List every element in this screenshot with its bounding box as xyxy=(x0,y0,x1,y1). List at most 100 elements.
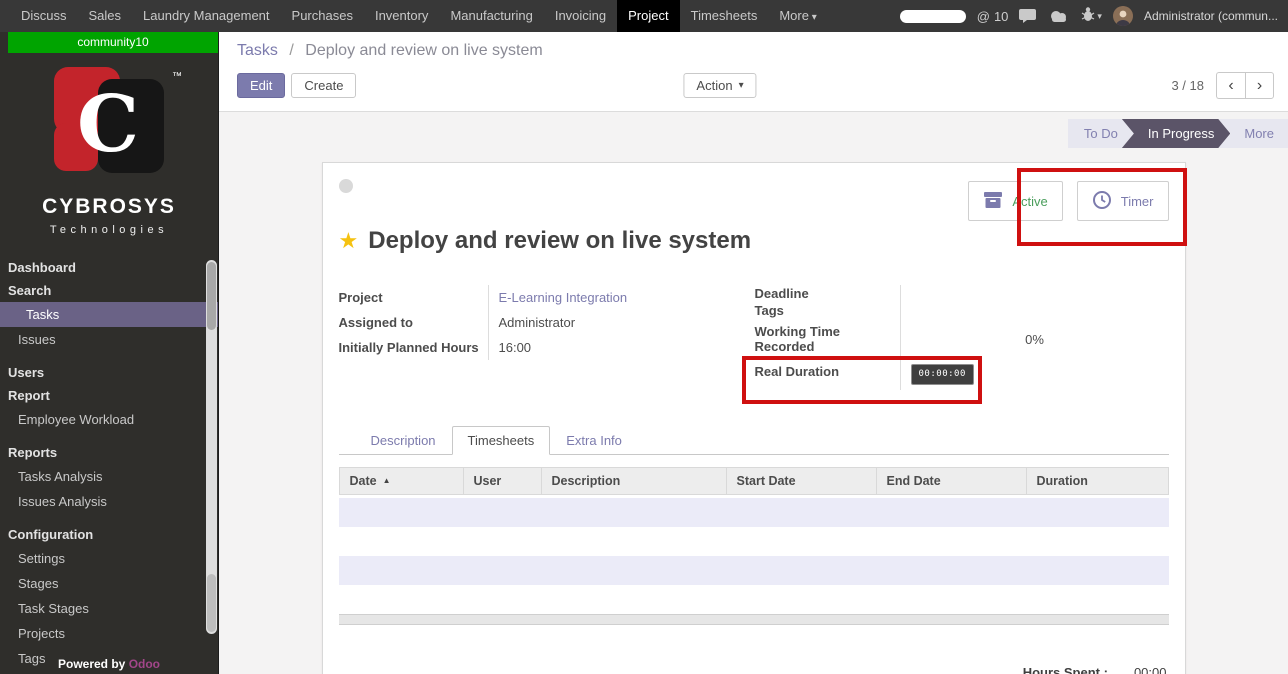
timer-button-label: Timer xyxy=(1121,194,1154,209)
tab-extra-info[interactable]: Extra Info xyxy=(550,426,638,455)
column-header-date[interactable]: Date▲ xyxy=(340,468,464,494)
user-menu[interactable]: Administrator (commun... xyxy=(1144,9,1278,23)
pager-previous-button[interactable]: ‹ xyxy=(1216,72,1245,99)
real-duration-badge: 00:00:00 xyxy=(911,364,974,385)
cybrosys-logo: C xyxy=(46,65,172,185)
sidebar-item-users[interactable]: Users xyxy=(0,361,218,384)
task-image-placeholder[interactable] xyxy=(339,179,353,193)
tab-timesheets[interactable]: Timesheets xyxy=(452,426,551,455)
active-toggle-button[interactable]: Active xyxy=(968,181,1062,221)
field-row-assigned-to: Assigned to Administrator xyxy=(339,310,738,335)
topbar-menu-inventory[interactable]: Inventory xyxy=(364,0,439,32)
breadcrumb-separator: / xyxy=(289,42,293,59)
bug-icon xyxy=(1081,6,1095,27)
timesheet-table: Date▲UserDescriptionStart DateEnd DateDu… xyxy=(339,467,1169,625)
sheet-stat-buttons: Active Timer xyxy=(968,181,1168,221)
sidebar-item-tasks-analysis[interactable]: Tasks Analysis xyxy=(0,464,218,489)
sidebar-item-stages[interactable]: Stages xyxy=(0,571,218,596)
field-groups: Project E-Learning Integration Assigned … xyxy=(339,285,1169,390)
timesheet-empty-row xyxy=(339,556,1169,585)
hours-spent-value: 00:00 xyxy=(1134,665,1167,674)
action-dropdown[interactable]: Action ▾ xyxy=(683,73,756,98)
sidebar-scrollbar[interactable] xyxy=(206,260,217,634)
field-label-real-duration: Real Duration xyxy=(755,359,901,390)
pager: 3 / 18 ‹ › xyxy=(1171,72,1274,99)
field-value-working-time-progress: 0% xyxy=(901,327,1169,352)
debug-menu[interactable]: ▾ xyxy=(1081,6,1102,27)
field-row-planned-hours: Initially Planned Hours 16:00 xyxy=(339,335,738,360)
notebook-tabs: DescriptionTimesheetsExtra Info xyxy=(339,426,1169,455)
topbar: DiscussSalesLaundry ManagementPurchasesI… xyxy=(0,0,1288,32)
user-avatar[interactable] xyxy=(1113,6,1133,26)
clock-icon xyxy=(1092,190,1112,213)
field-row-working-time: Working Time Recorded 0% xyxy=(755,319,1169,359)
field-value-project[interactable]: E-Learning Integration xyxy=(489,285,738,310)
tab-description[interactable]: Description xyxy=(355,426,452,455)
chevron-down-icon: ▾ xyxy=(1097,11,1102,22)
topbar-menu-discuss[interactable]: Discuss xyxy=(10,0,78,32)
active-button-label: Active xyxy=(1012,194,1047,209)
topbar-indicator-pill[interactable] xyxy=(900,10,966,23)
field-row-tags: Tags xyxy=(755,302,1169,319)
sidebar-item-projects[interactable]: Projects xyxy=(0,621,218,646)
topbar-menu-laundry-management[interactable]: Laundry Management xyxy=(132,0,280,32)
sidebar-item-settings[interactable]: Settings xyxy=(0,546,218,571)
topbar-menu-purchases[interactable]: Purchases xyxy=(281,0,364,32)
form-sheet: Active Timer ★ Deploy and review on live… xyxy=(322,162,1186,674)
timesheet-table-header: Date▲UserDescriptionStart DateEnd DateDu… xyxy=(339,467,1169,495)
task-title-row: ★ Deploy and review on live system xyxy=(339,227,1169,255)
sidebar-item-search[interactable]: Search xyxy=(0,279,218,302)
create-button[interactable]: Create xyxy=(291,73,356,98)
sidebar-menu: DashboardSearchTasksIssues UsersReportEmp… xyxy=(0,256,218,671)
task-title: Deploy and review on live system xyxy=(368,227,751,255)
column-header-user[interactable]: User xyxy=(464,468,542,494)
sidebar-item-issues[interactable]: Issues xyxy=(0,327,218,352)
odoo-brand-link[interactable]: Odoo xyxy=(129,657,160,671)
column-header-duration[interactable]: Duration xyxy=(1027,468,1168,494)
column-header-start-date[interactable]: Start Date xyxy=(727,468,877,494)
control-panel-buttons: Edit Create Action ▾ 3 / 18 ‹ › xyxy=(237,72,1274,99)
column-header-end-date[interactable]: End Date xyxy=(877,468,1027,494)
messages-count: 10 xyxy=(994,9,1008,24)
statusbar-step-in-progress[interactable]: In Progress xyxy=(1122,119,1230,148)
topbar-menu-manufacturing[interactable]: Manufacturing xyxy=(439,0,543,32)
sidebar-item-task-stages[interactable]: Task Stages xyxy=(0,596,218,621)
sidebar-item-report[interactable]: Report xyxy=(0,384,218,407)
table-horizontal-scrollbar[interactable] xyxy=(339,614,1169,625)
scrollbar-thumb[interactable] xyxy=(207,262,216,330)
topbar-menu: DiscussSalesLaundry ManagementPurchasesI… xyxy=(0,0,828,32)
chat-icon[interactable] xyxy=(1019,8,1037,24)
scrollbar-thumb-end[interactable] xyxy=(207,574,216,632)
sidebar-item-tasks[interactable]: Tasks xyxy=(0,302,218,327)
field-label-planned-hours: Initially Planned Hours xyxy=(339,335,489,360)
sidebar-item-dashboard[interactable]: Dashboard xyxy=(0,256,218,279)
priority-star-icon[interactable]: ★ xyxy=(339,228,359,254)
field-value-assigned-to: Administrator xyxy=(489,310,738,335)
cloud-icon[interactable] xyxy=(1048,9,1070,24)
odoo-app-window: DiscussSalesLaundry ManagementPurchasesI… xyxy=(0,0,1288,674)
topbar-menu-invoicing[interactable]: Invoicing xyxy=(544,0,617,32)
hours-spent-label: Hours Spent : xyxy=(1023,665,1108,674)
sidebar-item-configuration[interactable]: Configuration xyxy=(0,523,218,546)
topbar-menu-sales[interactable]: Sales xyxy=(78,0,133,32)
sidebar-item-reports[interactable]: Reports xyxy=(0,441,218,464)
statusbar-step-to-do[interactable]: To Do xyxy=(1068,119,1134,148)
breadcrumb-tasks[interactable]: Tasks xyxy=(237,42,278,59)
field-label-assigned-to: Assigned to xyxy=(339,310,489,335)
control-panel: Tasks / Deploy and review on live system… xyxy=(219,32,1288,112)
sidebar-item-employee-workload[interactable]: Employee Workload xyxy=(0,407,218,432)
timesheet-table-body xyxy=(339,498,1169,614)
breadcrumb: Tasks / Deploy and review on live system xyxy=(237,42,1274,60)
statusbar: To DoIn ProgressMore xyxy=(219,119,1288,148)
topbar-menu-timesheets[interactable]: Timesheets xyxy=(680,0,769,32)
timer-button[interactable]: Timer xyxy=(1077,181,1169,221)
topbar-menu-more[interactable]: More ▾ xyxy=(768,0,827,32)
pager-next-button[interactable]: › xyxy=(1245,72,1274,99)
field-value-tags xyxy=(901,302,1169,319)
topbar-menu-project[interactable]: Project xyxy=(617,0,679,32)
messages-counter[interactable]: @ 10 xyxy=(977,9,1009,24)
column-header-description[interactable]: Description xyxy=(542,468,727,494)
field-label-tags: Tags xyxy=(755,302,901,319)
sidebar-item-issues-analysis[interactable]: Issues Analysis xyxy=(0,489,218,514)
edit-button[interactable]: Edit xyxy=(237,73,285,98)
